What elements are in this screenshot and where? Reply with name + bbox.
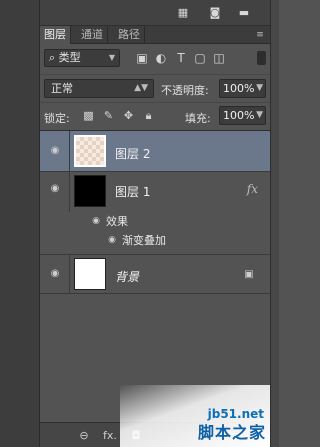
blend-mode-select[interactable]: 正常 ▲▼	[44, 79, 154, 98]
type-filter-icon[interactable]: T	[174, 51, 188, 65]
layer-thumbnail	[74, 258, 106, 290]
panel-tabs: 图层 通道 路径 ≡	[40, 26, 270, 44]
lock-row: 锁定: ▩ ✎ ✥ 🔒︎ 填充: 100% ▼	[40, 102, 270, 126]
lock-all-icon[interactable]: 🔒︎	[142, 109, 155, 122]
layer-row-background[interactable]: ◉ 背景 ▣	[40, 255, 270, 294]
adjustment-filter-icon[interactable]: ◐	[154, 51, 168, 65]
blend-mode-value: 正常	[51, 82, 73, 95]
layer-name[interactable]: 图层 1	[115, 183, 150, 200]
divider	[69, 172, 70, 212]
effects-label: 效果	[106, 215, 128, 228]
lock-label: 锁定:	[44, 112, 70, 125]
panel-top-toolbar: ▦ ◙ ▬	[40, 0, 270, 26]
filter-toggle[interactable]	[257, 51, 266, 65]
layer-row-layer2[interactable]: ◉ 图层 2	[40, 131, 270, 172]
shape-filter-icon[interactable]: ▢	[193, 51, 207, 65]
camera-icon[interactable]: ◙	[208, 7, 222, 19]
layer-row-layer1[interactable]: ◉ 图层 1 fx ◉ 效果 ◉ 渐变叠加	[40, 172, 270, 255]
opacity-value: 100%	[223, 82, 255, 95]
fx-icon[interactable]: fx	[247, 182, 258, 196]
visibility-eye-icon[interactable]: ◉	[48, 146, 62, 156]
effects-eye-icon[interactable]: ◉	[90, 216, 102, 226]
chevron-down-icon: ▼	[256, 83, 263, 93]
effect-eye-icon[interactable]: ◉	[106, 235, 118, 245]
lock-image-brush-icon[interactable]: ✎	[102, 109, 115, 122]
pixel-filter-icon[interactable]: ▣	[135, 51, 149, 65]
watermark-site-name: 脚本之家	[197, 423, 266, 442]
layer-name[interactable]: 图层 2	[115, 145, 150, 162]
add-style-fx-button[interactable]: fx.	[102, 429, 118, 442]
tab-layers[interactable]: 图层	[40, 26, 71, 44]
fill-field[interactable]: 100% ▼	[219, 106, 266, 125]
link-layers-icon[interactable]: ⊖	[76, 429, 92, 442]
effects-row[interactable]: ◉ 效果	[40, 212, 270, 230]
right-scroll-strip[interactable]	[270, 0, 279, 447]
panel-menu-icon[interactable]: ≡	[254, 30, 266, 40]
visibility-eye-icon[interactable]: ◉	[48, 184, 62, 194]
layer-filter-row: ⌕ 类型 ▼ ▣ ◐ T ▢ ◫	[40, 46, 270, 70]
layer-name[interactable]: 背景	[115, 268, 139, 285]
site-watermark: jb51.net 脚本之家	[120, 385, 270, 447]
opacity-field[interactable]: 100% ▼	[219, 79, 266, 98]
fill-value: 100%	[223, 109, 255, 122]
effect-name: 渐变叠加	[122, 234, 166, 247]
layers-list: ◉ 图层 2 ◉ 图层 1 fx ◉ 效果 ◉ 渐变叠加 ◉ 背景 ▣	[40, 130, 270, 422]
layer-thumbnail	[74, 175, 106, 207]
smart-object-filter-icon[interactable]: ◫	[212, 51, 226, 65]
lock-icon: ▣	[244, 269, 254, 280]
layers-stack-icon[interactable]: ▦	[176, 7, 190, 19]
search-icon: ⌕	[49, 51, 56, 64]
layers-panel: ▦ ◙ ▬ 图层 通道 路径 ≡ ⌕ 类型 ▼ ▣ ◐ T ▢ ◫ 正常 ▲▼ …	[40, 0, 270, 447]
divider	[69, 255, 70, 294]
lock-transparent-icon[interactable]: ▩	[82, 109, 95, 122]
trash-icon[interactable]: ▬	[237, 7, 251, 19]
tab-channels[interactable]: 通道	[77, 26, 108, 44]
divider	[69, 131, 70, 172]
blend-row: 正常 ▲▼ 不透明度: 100% ▼	[40, 74, 270, 98]
tab-paths[interactable]: 路径	[114, 26, 145, 44]
left-dock-strip	[0, 0, 40, 447]
gradient-overlay-effect-row[interactable]: ◉ 渐变叠加	[40, 231, 270, 249]
chevron-down-icon: ▼	[256, 110, 263, 120]
lock-position-move-icon[interactable]: ✥	[122, 109, 135, 122]
chevron-down-icon: ▲▼	[134, 83, 148, 93]
filter-kind-label: 类型	[58, 51, 81, 64]
opacity-label: 不透明度:	[161, 84, 209, 97]
fill-label: 填充:	[185, 112, 211, 125]
visibility-eye-icon[interactable]: ◉	[48, 269, 62, 279]
filter-kind-select[interactable]: ⌕ 类型 ▼	[44, 49, 120, 67]
layer-thumbnail	[74, 135, 106, 167]
chevron-down-icon: ▼	[108, 53, 115, 62]
